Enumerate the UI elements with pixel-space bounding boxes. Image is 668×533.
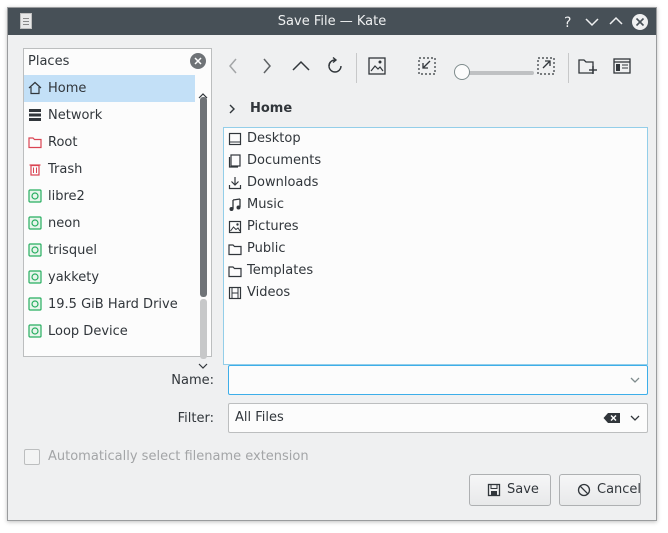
chevron-right-icon xyxy=(229,104,235,114)
reload-icon xyxy=(328,56,342,73)
drive-icon xyxy=(28,243,42,257)
cancel-button[interactable]: Cancel xyxy=(559,474,641,506)
new-folder-button[interactable] xyxy=(577,55,599,77)
preview-button[interactable] xyxy=(366,55,388,77)
view-options-button[interactable] xyxy=(611,55,633,77)
filter-combobox[interactable]: All Files xyxy=(228,403,648,433)
image-preview-icon xyxy=(368,57,386,75)
drive-icon xyxy=(28,324,42,338)
root-folder-icon xyxy=(28,137,42,149)
save-file-dialog: Save File — Kate ? Places Home Network R… xyxy=(7,7,657,521)
close-icon xyxy=(194,57,202,65)
places-item-neon[interactable]: neon xyxy=(24,210,195,237)
file-item-downloads[interactable]: Downloads xyxy=(224,172,647,194)
places-list: Home Network Root Trash libre2 neon tris… xyxy=(24,75,195,345)
chevron-down-icon xyxy=(630,377,640,383)
places-item-yakkety[interactable]: yakkety xyxy=(24,264,195,291)
close-circle-icon xyxy=(632,14,648,30)
drive-icon xyxy=(28,270,42,284)
desktop-icon xyxy=(228,132,242,146)
drive-icon xyxy=(28,216,42,230)
folder-icon xyxy=(228,266,242,278)
close-button[interactable] xyxy=(630,12,650,31)
downloads-icon xyxy=(228,177,242,190)
new-folder-icon xyxy=(578,59,597,74)
chevron-down-icon xyxy=(585,18,599,27)
places-item-network[interactable]: Network xyxy=(24,102,195,129)
pictures-icon xyxy=(228,220,242,234)
toolbar-separator xyxy=(568,53,569,83)
name-label: Name: xyxy=(171,373,214,388)
scrollbar-thumb[interactable] xyxy=(200,97,207,297)
chevron-down-icon xyxy=(198,363,208,369)
view-options-icon xyxy=(613,58,631,74)
documents-icon xyxy=(228,154,241,168)
music-icon xyxy=(229,198,241,211)
auto-extension-checkbox[interactable] xyxy=(24,449,40,465)
places-close-button[interactable] xyxy=(190,53,206,69)
places-item-loop-device[interactable]: Loop Device xyxy=(24,318,195,345)
file-item-music[interactable]: Music xyxy=(224,194,647,216)
cancel-icon xyxy=(577,483,591,497)
scrollbar-track[interactable] xyxy=(200,299,207,359)
back-button[interactable] xyxy=(222,55,244,77)
network-icon xyxy=(29,109,41,121)
zoom-in-icon xyxy=(537,57,555,75)
file-list[interactable]: Desktop Documents Downloads Music Pictur… xyxy=(223,127,648,365)
home-icon xyxy=(28,81,42,95)
clear-text-icon[interactable] xyxy=(603,412,621,424)
name-input[interactable] xyxy=(235,370,615,390)
places-item-root[interactable]: Root xyxy=(24,129,195,156)
chevron-down-icon xyxy=(630,415,640,421)
zoom-out-button[interactable] xyxy=(416,55,438,77)
save-icon xyxy=(487,483,501,497)
places-item-hard-drive[interactable]: 19.5 GiB Hard Drive xyxy=(24,291,195,318)
drive-icon xyxy=(28,297,42,311)
minimize-button[interactable] xyxy=(582,12,602,31)
breadcrumb-home[interactable]: Home xyxy=(250,98,292,120)
folder-icon xyxy=(228,244,242,256)
file-item-videos[interactable]: Videos xyxy=(224,282,647,304)
save-button[interactable]: Save xyxy=(469,474,551,506)
chevron-right-icon xyxy=(263,58,271,74)
file-item-documents[interactable]: Documents xyxy=(224,150,647,172)
zoom-out-icon xyxy=(418,57,436,75)
chevron-up-icon xyxy=(292,60,310,71)
videos-icon xyxy=(228,286,242,300)
toolbar-separator xyxy=(356,53,357,83)
trash-icon xyxy=(29,164,41,176)
zoom-slider-track[interactable] xyxy=(464,71,534,75)
svg-text:?: ? xyxy=(564,15,571,31)
places-header: Places xyxy=(24,49,211,75)
places-item-trisquel[interactable]: trisquel xyxy=(24,237,195,264)
filter-label: Filter: xyxy=(177,411,214,426)
filter-value: All Files xyxy=(235,410,284,425)
title-bar[interactable]: Save File — Kate ? xyxy=(8,8,656,35)
name-combobox[interactable] xyxy=(228,365,648,395)
file-item-desktop[interactable]: Desktop xyxy=(224,128,647,150)
help-button[interactable]: ? xyxy=(558,12,578,31)
chevron-up-icon xyxy=(609,16,623,25)
zoom-slider-handle[interactable] xyxy=(454,64,470,80)
auto-extension-label: Automatically select filename extension xyxy=(48,449,309,464)
places-scrollbar[interactable] xyxy=(198,79,208,369)
forward-button[interactable] xyxy=(256,55,278,77)
drive-icon xyxy=(28,189,42,203)
places-item-trash[interactable]: Trash xyxy=(24,156,195,183)
parent-folder-button[interactable] xyxy=(290,55,312,77)
zoom-in-button[interactable] xyxy=(535,55,557,77)
places-item-libre2[interactable]: libre2 xyxy=(24,183,195,210)
chevron-left-icon xyxy=(229,58,237,74)
file-item-public[interactable]: Public xyxy=(224,238,647,260)
places-title: Places xyxy=(28,54,70,69)
places-panel: Places Home Network Root Trash libre2 ne… xyxy=(23,48,212,369)
file-item-pictures[interactable]: Pictures xyxy=(224,216,647,238)
maximize-button[interactable] xyxy=(606,12,626,31)
file-item-templates[interactable]: Templates xyxy=(224,260,647,282)
places-item-home[interactable]: Home xyxy=(24,75,195,102)
reload-button[interactable] xyxy=(324,55,346,77)
